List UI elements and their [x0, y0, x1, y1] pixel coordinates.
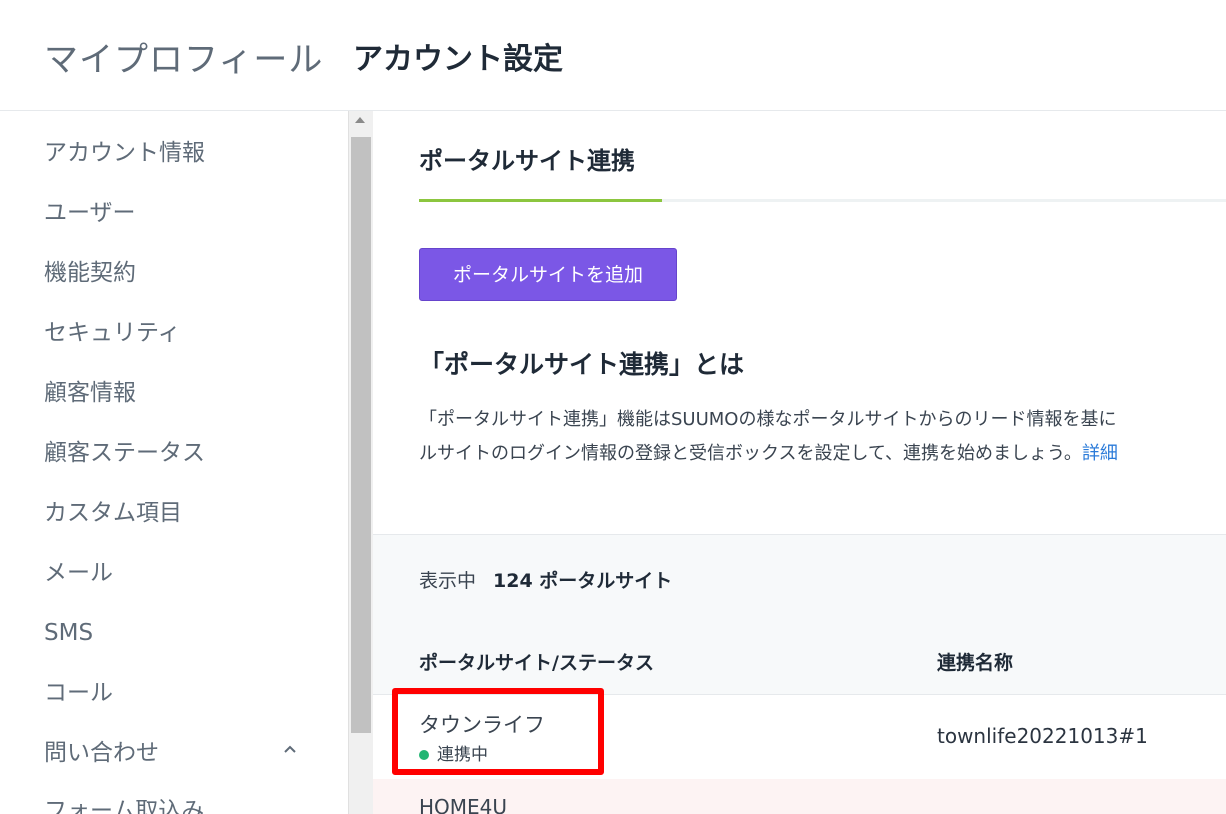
sidebar-item-sms[interactable]: SMS — [44, 617, 93, 649]
sidebar-item-custom-fields[interactable]: カスタム項目 — [44, 497, 182, 529]
sidebar-item-security[interactable]: セキュリティ — [44, 317, 181, 349]
section-title: ポータルサイト連携 — [419, 147, 635, 175]
sidebar-item-users[interactable]: ユーザー — [44, 197, 136, 229]
tab-my-profile[interactable]: マイプロフィール — [44, 32, 323, 81]
sidebar-item-account-info[interactable]: アカウント情報 — [44, 137, 205, 169]
tab-active-indicator — [419, 199, 662, 202]
count-value: 124 ポータルサイト — [493, 570, 673, 592]
details-link[interactable]: 詳細 — [1082, 443, 1118, 464]
portal-site-name[interactable]: HOME4U — [419, 795, 507, 814]
count-bar: 表示中 124 ポータルサイト — [373, 534, 1226, 628]
link-name: townlife20221013#1 — [937, 724, 1148, 748]
column-header-portal-status: ポータルサイト/ステータス — [419, 652, 654, 674]
count-label: 表示中 — [419, 570, 477, 592]
tab-account-settings[interactable]: アカウント設定 — [353, 34, 563, 78]
column-header-link-name: 連携名称 — [937, 652, 1014, 674]
about-line-1: 「ポータルサイト連携」機能はSUUMOの様なポータルサイトからのリード情報を基に — [419, 409, 1117, 430]
scrollbar-thumb[interactable] — [351, 137, 371, 733]
sidebar-item-feature-contract[interactable]: 機能契約 — [44, 257, 136, 289]
sidebar-item-call[interactable]: コール — [44, 677, 113, 709]
about-line-2: ルサイトのログイン情報の登録と受信ボックスを設定して、連携を始めましょう。詳細 — [419, 437, 1226, 471]
about-line-2-text: ルサイトのログイン情報の登録と受信ボックスを設定して、連携を始めましょう。 — [419, 443, 1082, 464]
sidebar-item-customer-status[interactable]: 顧客ステータス — [44, 437, 205, 469]
sidebar-scrollbar[interactable] — [348, 111, 374, 814]
chevron-up-icon[interactable] — [282, 741, 298, 762]
sidebar-item-inquiry[interactable]: 問い合わせ — [44, 737, 159, 769]
table-row[interactable]: HOME4U — [373, 779, 1226, 814]
about-heading: 「ポータルサイト連携」とは — [419, 350, 745, 379]
table-header: ポータルサイト/ステータス 連携名称 — [373, 626, 1226, 695]
page-header: マイプロフィール アカウント設定 — [0, 0, 1226, 111]
sidebar-item-form-import[interactable]: フォーム取込み — [44, 795, 204, 814]
sidebar-item-customer-info[interactable]: 顧客情報 — [44, 377, 136, 409]
about-description: 「ポータルサイト連携」機能はSUUMOの様なポータルサイトからのリード情報を基に… — [419, 403, 1226, 471]
sidebar: アカウント情報 ユーザー 機能契約 セキュリティ 顧客情報 顧客ステータス カス… — [0, 111, 348, 814]
highlight-box — [392, 688, 604, 775]
add-portal-site-button[interactable]: ポータルサイトを追加 — [419, 248, 677, 301]
scroll-up-arrow-icon[interactable] — [355, 117, 365, 123]
sidebar-item-mail[interactable]: メール — [44, 557, 113, 589]
